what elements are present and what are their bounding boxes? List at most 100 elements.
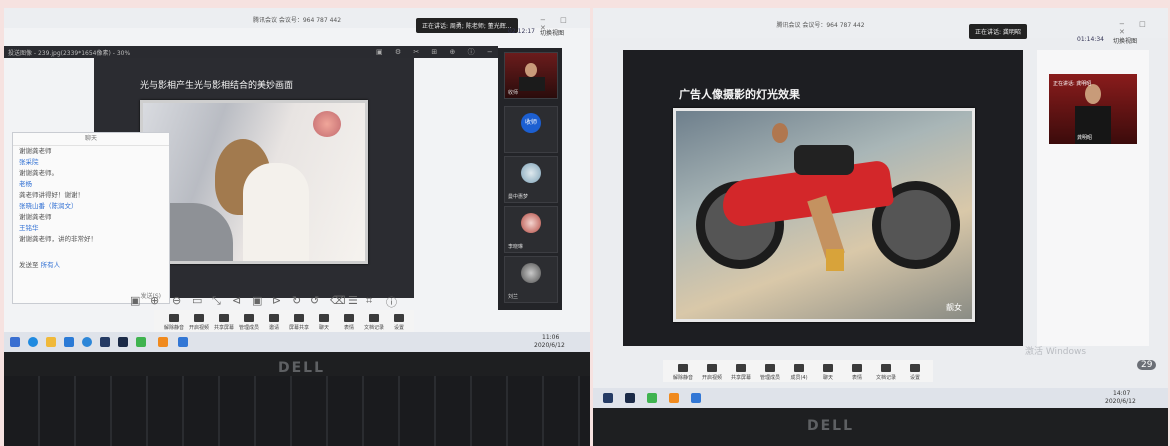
meeting-toolbar-button[interactable]: 邀请 [262, 314, 286, 331]
participant-video-1[interactable]: 收师 [504, 52, 558, 99]
avatar: 收师 [521, 113, 541, 133]
toolbar-button-label: 设置 [393, 325, 404, 331]
toolbar-button-icon [794, 364, 804, 372]
rotate-icon[interactable]: ↻ [292, 294, 301, 307]
previous-icon[interactable]: ⊲ [232, 294, 241, 307]
edge-icon[interactable] [28, 337, 38, 347]
toolbar-button-icon [394, 314, 404, 322]
rotate-left-icon[interactable]: ↺ [310, 294, 319, 307]
left-screen: 腾讯会议 会议号：964 787 442 正在讲话: 周勇; 陈老师; 董光辉.… [4, 8, 590, 368]
switch-view-button[interactable]: 切换视图 [540, 28, 564, 37]
start-icon[interactable] [10, 337, 20, 347]
meeting-toolbar-button[interactable]: 解除静音 [671, 364, 695, 381]
meeting-toolbar-button[interactable]: 聊天 [312, 314, 336, 331]
toolbar-button-icon [269, 314, 279, 322]
lightroom-icon[interactable] [603, 393, 613, 403]
meeting-toolbar-button[interactable]: 开启视频 [187, 314, 211, 331]
meeting-toolbar-button[interactable]: 管理成员 [758, 364, 782, 381]
toolbar-button-icon [881, 364, 891, 372]
toolbar-button-label: 开启视频 [701, 375, 722, 381]
participant-tile-3[interactable]: 曼中惠梦 [504, 156, 558, 203]
zoom-in-icon[interactable]: ⊕ [150, 294, 159, 307]
meeting-title: 腾讯会议 会议号：964 787 442 [776, 22, 865, 29]
participant-tile-2[interactable]: 收师 [504, 106, 558, 153]
chat-sender: 王铭华 [19, 224, 39, 232]
meeting-toolbar-button[interactable]: 设置 [903, 364, 927, 381]
participant-tile-5[interactable]: 刘兰 [504, 256, 558, 303]
lightroom-icon[interactable] [100, 337, 110, 347]
chat-window[interactable]: 聊天 谢谢龚老师 张采院 谢谢龚老师。 老杨 龚老师讲得好！谢谢！ 张晓山番（陈润文） 谢谢… [12, 132, 170, 304]
chat-sender: 张采院 [19, 158, 39, 166]
send-to-select[interactable]: 所有人 [41, 261, 61, 269]
zoom-out-icon[interactable]: ⊖ [172, 294, 181, 307]
toolbar-button-label: 聊天 [318, 325, 329, 331]
meeting-toolbar-button[interactable]: 聊天 [816, 364, 840, 381]
toolbar-button-label: 设置 [909, 375, 920, 381]
store-icon[interactable] [64, 337, 74, 347]
chat-title: 聊天 [13, 133, 169, 146]
app-icon[interactable] [136, 337, 146, 347]
toolbar-button-label: 聊天 [822, 375, 833, 381]
speaker-panel: 龚明昭 正在讲话: 龚明昭 [1037, 50, 1149, 346]
delete-icon[interactable]: ⌫ [330, 294, 346, 307]
image-icon[interactable]: ▣ [130, 294, 140, 307]
toolbar-button-icon [344, 314, 354, 322]
app-icon[interactable] [158, 337, 168, 347]
toolbar-button-label: 解除静音 [672, 375, 693, 381]
windows-activate-watermark: 激活 Windows [1025, 347, 1087, 357]
browser-icon[interactable] [82, 337, 92, 347]
laptop-bezel: DELL [593, 408, 1168, 446]
toolbar-button-label: 文档记录 [363, 325, 384, 331]
menu-icon[interactable]: ☰ [348, 294, 358, 307]
taskbar-date: 2020/6/12 [1105, 398, 1136, 405]
toolbar-button-label: 共享屏幕 [213, 325, 234, 331]
fit-icon[interactable]: ⤡ [212, 294, 221, 308]
chat-messages: 谢谢龚老师 张采院 谢谢龚老师。 老杨 龚老师讲得好！谢谢！ 张晓山番（陈润文） 谢谢龚老师… [13, 146, 169, 245]
toolbar-button-label: 邀请 [268, 325, 279, 331]
window-controls[interactable]: − □ ✕ [1119, 20, 1168, 36]
meeting-toolbar-button[interactable]: 文档记录 [362, 314, 386, 331]
photoshop-icon[interactable] [625, 393, 635, 403]
meeting-toolbar-button[interactable]: 屏幕共享 [287, 314, 311, 331]
participant-tile-4[interactable]: 李晓琳 [504, 206, 558, 253]
meeting-toolbar-button[interactable]: 设置 [387, 314, 411, 331]
crop-icon[interactable]: ⌗ [366, 294, 372, 308]
chat-message: 谢谢龚老师，讲的非常好！ [19, 235, 97, 243]
slide-title: 广告人像摄影的灯光效果 [679, 88, 800, 101]
dell-logo: DELL [278, 360, 326, 376]
meeting-toolbar-button[interactable]: 管理成员 [237, 314, 261, 331]
slide-photo-frame [140, 100, 368, 264]
toolbar-button-label: 屏幕共享 [288, 325, 309, 331]
meeting-toolbar-button[interactable]: 开启视频 [700, 364, 724, 381]
meeting-toolbar-button[interactable]: 解除静音 [162, 314, 186, 331]
meeting-toolbar-button[interactable]: 文档记录 [874, 364, 898, 381]
switch-view-button[interactable]: 切换视图 [1113, 36, 1137, 45]
meeting-app-icon[interactable] [691, 393, 701, 403]
toolbar-button-icon [369, 314, 379, 322]
send-to-label: 发送至 [19, 261, 39, 269]
photoshop-icon[interactable] [118, 337, 128, 347]
taskbar-clock: 11:06 [542, 334, 560, 341]
dell-logo: DELL [807, 418, 855, 434]
actual-size-icon[interactable]: ▭ [192, 294, 202, 307]
files-icon[interactable] [46, 337, 56, 347]
toolbar-button-label: 管理成员 [759, 375, 780, 381]
participant-name: 收师 [508, 90, 519, 96]
meeting-toolbar-button[interactable]: 表情 [845, 364, 869, 381]
app-icon[interactable] [669, 393, 679, 403]
chat-message: 谢谢龚老师 [19, 213, 52, 221]
meeting-toolbar-button[interactable]: 表情 [337, 314, 361, 331]
meeting-app-icon[interactable] [178, 337, 188, 347]
send-to-row[interactable]: 发送至 所有人 [19, 259, 60, 269]
meeting-toolbar-button[interactable]: 共享屏幕 [212, 314, 236, 331]
app-icon[interactable] [647, 393, 657, 403]
participant-name: 曼中惠梦 [508, 194, 529, 200]
play-icon[interactable]: ▣ [252, 294, 262, 307]
meeting-toolbar-button[interactable]: 共享屏幕 [729, 364, 753, 381]
next-icon[interactable]: ⊳ [272, 294, 281, 307]
meeting-toolbar-button[interactable]: 成员(4) [787, 364, 811, 381]
meeting-clock: 01:14:34 [1077, 36, 1104, 43]
shared-slide: 广告人像摄影的灯光效果 靓女 [623, 50, 1023, 346]
toolbar-button-icon [294, 314, 304, 322]
info-icon[interactable]: ⓘ [386, 294, 397, 310]
